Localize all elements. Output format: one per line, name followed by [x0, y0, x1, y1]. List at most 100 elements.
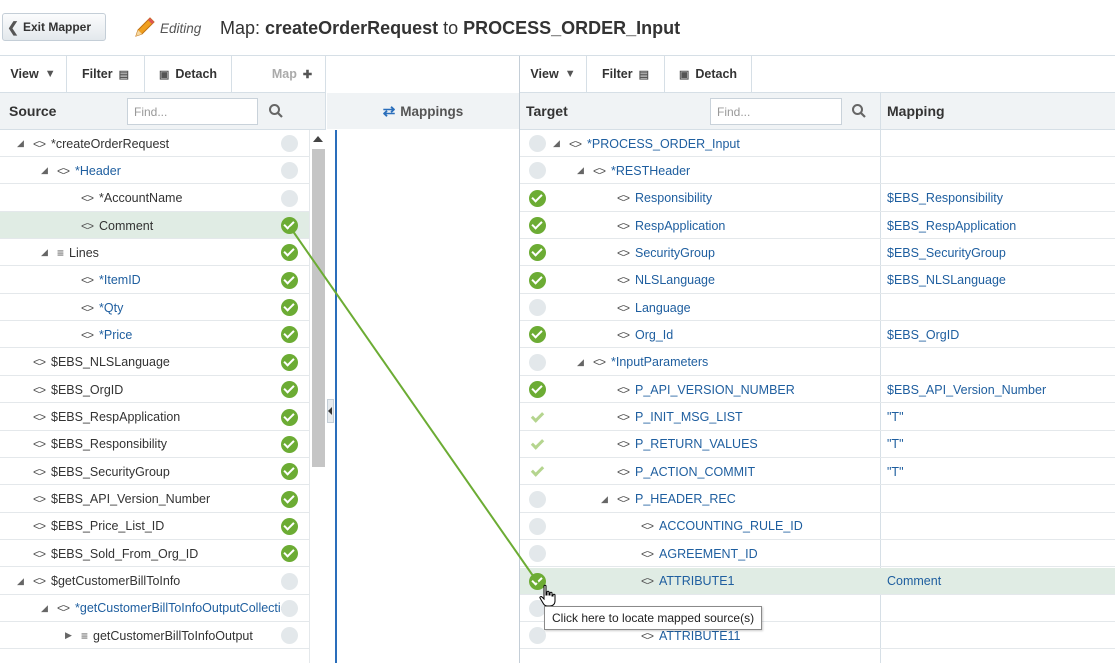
- mapped-check-icon[interactable]: [529, 326, 546, 344]
- source-tree-row[interactable]: <> $EBS_API_Version_Number: [0, 486, 309, 513]
- target-tree-row[interactable]: ◢ <> *InputParameters: [520, 349, 1115, 376]
- mapped-check-icon[interactable]: [281, 463, 298, 481]
- mapped-check-icon[interactable]: [529, 189, 546, 207]
- source-tree-row[interactable]: <> $EBS_SecurityGroup: [0, 458, 309, 486]
- mapped-check-icon[interactable]: [529, 436, 546, 453]
- unmapped-status-icon[interactable]: [529, 162, 546, 180]
- mapped-check-icon[interactable]: [281, 517, 298, 535]
- target-filter-button[interactable]: Filter ▤: [587, 56, 665, 92]
- target-tree-row[interactable]: <> Language: [520, 294, 1115, 322]
- collapse-pane-handle[interactable]: [327, 399, 334, 423]
- target-tree-row[interactable]: <> NLSLanguage $EBS_NLSLanguage: [520, 267, 1115, 294]
- expand-down-icon[interactable]: ◢: [577, 157, 584, 184]
- source-tree-row[interactable]: ◢ <> *createOrderRequest: [0, 130, 309, 157]
- source-tree-row[interactable]: ◢ <> *Header: [0, 157, 309, 185]
- unmapped-status-icon[interactable]: [281, 162, 298, 180]
- mapping-expression[interactable]: "T": [887, 404, 904, 431]
- unmapped-status-icon[interactable]: [529, 299, 546, 317]
- expand-down-icon[interactable]: ◢: [41, 239, 48, 266]
- mapping-expression[interactable]: $EBS_OrgID: [887, 321, 959, 348]
- source-detach-button[interactable]: ▣ Detach: [145, 56, 232, 92]
- unmapped-status-icon[interactable]: [281, 189, 298, 207]
- mapped-check-icon[interactable]: [281, 435, 298, 453]
- scroll-up-arrow-icon[interactable]: [313, 136, 323, 142]
- mapping-expression[interactable]: "T": [887, 431, 904, 458]
- target-tree-row[interactable]: ◢ <> *PROCESS_ORDER_Input: [520, 130, 1115, 157]
- unmapped-status-icon[interactable]: [529, 135, 546, 152]
- source-tree-row[interactable]: <> $EBS_Sold_From_Org_ID: [0, 540, 309, 568]
- source-tree-row[interactable]: <> $EBS_RespApplication: [0, 404, 309, 431]
- source-tree-row[interactable]: <> *AccountName: [0, 185, 309, 212]
- unmapped-status-icon[interactable]: [281, 572, 298, 590]
- map-button[interactable]: Map ✚: [262, 56, 322, 92]
- expand-down-icon[interactable]: ◢: [17, 568, 24, 595]
- unmapped-status-icon[interactable]: [281, 599, 298, 617]
- search-icon[interactable]: [851, 103, 867, 119]
- source-tree-row[interactable]: ◢ <> *getCustomerBillToInfoOutputCollectio…: [0, 595, 309, 622]
- mapped-check-icon[interactable]: [529, 409, 546, 426]
- source-tree-row[interactable]: <> *Price: [0, 321, 309, 349]
- source-tree-row[interactable]: <> $EBS_NLSLanguage: [0, 349, 309, 376]
- target-tree-row[interactable]: <> RespApplication $EBS_RespApplication: [520, 212, 1115, 240]
- mapped-check-icon[interactable]: [529, 463, 546, 480]
- mapped-check-icon[interactable]: [281, 299, 298, 317]
- source-tree-row[interactable]: ◢ ≡ Lines: [0, 239, 309, 267]
- mapped-check-icon[interactable]: [529, 381, 546, 399]
- exit-mapper-button[interactable]: ❮ Exit Mapper: [2, 13, 106, 41]
- target-tree-row[interactable]: <> Responsibility $EBS_Responsibility: [520, 185, 1115, 212]
- search-icon[interactable]: [268, 103, 284, 119]
- mapping-expression[interactable]: $EBS_API_Version_Number: [887, 376, 1046, 403]
- target-tree-row[interactable]: <> P_INIT_MSG_LIST "T": [520, 404, 1115, 431]
- mapped-check-icon[interactable]: [281, 353, 298, 371]
- target-tree-row[interactable]: ◢ <> *RESTHeader: [520, 157, 1115, 185]
- mapped-check-icon[interactable]: [281, 271, 298, 289]
- mapping-expression[interactable]: $EBS_NLSLanguage: [887, 267, 1006, 294]
- unmapped-status-icon[interactable]: [529, 353, 546, 371]
- scroll-thumb[interactable]: [312, 149, 325, 467]
- target-tree-row[interactable]: <> AGREEMENT_ID: [520, 540, 1115, 568]
- expand-down-icon[interactable]: ◢: [553, 130, 560, 157]
- source-tree-row[interactable]: <> $EBS_Price_List_ID: [0, 513, 309, 540]
- target-detach-button[interactable]: ▣ Detach: [665, 56, 752, 92]
- mapped-check-icon[interactable]: [281, 490, 298, 508]
- target-find-input[interactable]: Find...: [710, 98, 842, 125]
- expand-down-icon[interactable]: ◢: [577, 349, 584, 376]
- source-tree-row[interactable]: ◢ <> $getCustomerBillToInfo: [0, 568, 309, 595]
- source-tree-row[interactable]: <> Comment: [0, 212, 309, 240]
- mapped-check-icon[interactable]: [281, 381, 298, 399]
- source-tree-row[interactable]: <> *Qty: [0, 294, 309, 322]
- unmapped-status-icon[interactable]: [281, 135, 298, 152]
- target-tree-row[interactable]: ◢ <> P_HEADER_REC: [520, 486, 1115, 513]
- source-scrollbar[interactable]: [309, 130, 326, 663]
- expand-right-icon[interactable]: ▶: [65, 622, 72, 649]
- target-tree-row[interactable]: <> Org_Id $EBS_OrgID: [520, 321, 1115, 349]
- source-tree-row[interactable]: ▶ ≡ getCustomerBillToInfoOutput: [0, 622, 309, 650]
- source-view-menu[interactable]: View ▼: [0, 56, 67, 92]
- mapping-expression[interactable]: $EBS_Responsibility: [887, 185, 1003, 212]
- mapping-expression[interactable]: "T": [887, 458, 904, 485]
- mapped-check-icon[interactable]: [529, 244, 546, 262]
- mapping-expression[interactable]: $EBS_SecurityGroup: [887, 239, 1006, 266]
- target-view-menu[interactable]: View ▼: [520, 56, 587, 92]
- unmapped-status-icon[interactable]: [529, 517, 546, 535]
- target-tree-row[interactable]: <> SecurityGroup $EBS_SecurityGroup: [520, 239, 1115, 267]
- mapped-check-icon[interactable]: [281, 217, 298, 235]
- mapped-check-icon[interactable]: [281, 545, 298, 563]
- source-tree-row[interactable]: <> *ItemID: [0, 267, 309, 294]
- unmapped-status-icon[interactable]: [529, 545, 546, 563]
- unmapped-status-icon[interactable]: [281, 627, 298, 645]
- source-find-input[interactable]: Find...: [127, 98, 258, 125]
- mapped-check-icon[interactable]: [529, 217, 546, 235]
- expand-down-icon[interactable]: ◢: [41, 595, 48, 622]
- expand-down-icon[interactable]: ◢: [601, 486, 608, 513]
- target-tree-row[interactable]: <> P_ACTION_COMMIT "T": [520, 458, 1115, 486]
- mapping-expression[interactable]: $EBS_RespApplication: [887, 212, 1016, 239]
- source-tree-row[interactable]: <> $EBS_OrgID: [0, 376, 309, 404]
- source-filter-button[interactable]: Filter ▤: [67, 56, 145, 92]
- mapped-check-icon[interactable]: [281, 326, 298, 344]
- mapped-check-icon[interactable]: [281, 408, 298, 426]
- target-tree-row[interactable]: <> ATTRIBUTE1 Comment: [520, 567, 1115, 595]
- target-tree-row[interactable]: <> ACCOUNTING_RULE_ID: [520, 513, 1115, 540]
- expand-down-icon[interactable]: ◢: [17, 130, 24, 157]
- expand-down-icon[interactable]: ◢: [41, 157, 48, 184]
